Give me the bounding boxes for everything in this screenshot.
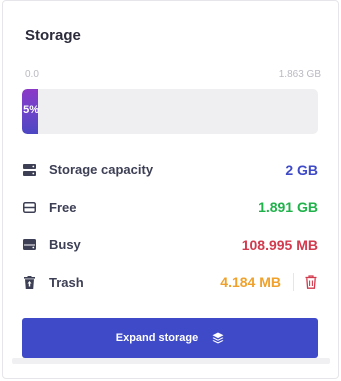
storage-stats: Storage capacity 2 GB Free 1.891 GB Busy…: [22, 151, 318, 301]
layers-icon: [212, 332, 224, 344]
scale-min: 0.0: [25, 69, 39, 80]
stat-label: Storage capacity: [49, 162, 154, 178]
stat-label: Free: [49, 199, 77, 215]
stat-label: Busy: [49, 237, 81, 253]
horizontal-scrollbar[interactable]: [12, 358, 330, 364]
trash-icon: [305, 275, 317, 290]
drive-empty-icon: [22, 200, 36, 214]
card-title: Storage: [25, 27, 81, 44]
stat-value: 108.995 MB: [241, 236, 318, 253]
empty-trash-button[interactable]: [304, 274, 318, 290]
usage-scale: 0.0 1.863 GB: [25, 69, 321, 80]
usage-bar: 5%: [22, 89, 318, 134]
server-icon: [22, 163, 36, 177]
usage-percent: 5%: [23, 104, 39, 116]
stat-row-free: Free 1.891 GB: [22, 189, 318, 227]
trash-restore-icon: [22, 275, 36, 289]
divider: [293, 273, 294, 292]
expand-storage-button[interactable]: Expand storage: [22, 318, 318, 358]
stat-value: 4.184 MB: [220, 274, 281, 291]
stat-row-trash: Trash 4.184 MB: [22, 264, 318, 302]
expand-storage-label: Expand storage: [115, 332, 199, 344]
stat-value: 1.891 GB: [258, 199, 318, 216]
drive-full-icon: [22, 238, 36, 252]
stat-value: 2 GB: [285, 161, 318, 178]
stat-row-busy: Busy 108.995 MB: [22, 226, 318, 264]
stat-row-capacity: Storage capacity 2 GB: [22, 151, 318, 189]
stat-label: Trash: [49, 274, 84, 290]
usage-bar-fill: 5%: [22, 89, 39, 134]
scale-max: 1.863 GB: [278, 69, 321, 80]
